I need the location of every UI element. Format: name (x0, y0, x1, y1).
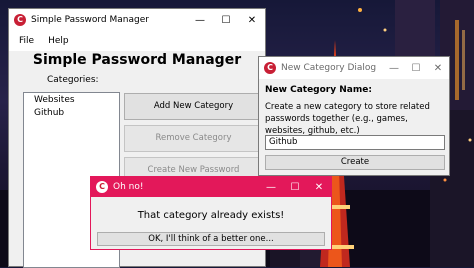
remove-category-button[interactable]: Remove Category (124, 125, 263, 152)
maximize-icon[interactable]: ☐ (283, 182, 307, 193)
categories-label: Categories: (47, 75, 99, 85)
maximize-icon[interactable]: ☐ (405, 63, 427, 74)
alert-titlebar[interactable]: C Oh no! — ☐ ✕ (91, 177, 331, 197)
alert-message: That category already exists! (137, 210, 285, 221)
app-icon: C (96, 181, 108, 193)
alert-dialog: C Oh no! — ☐ ✕ That category already exi… (90, 176, 332, 250)
minimize-icon[interactable]: — (383, 63, 405, 74)
maximize-icon[interactable]: ☐ (213, 15, 239, 26)
window-title: Simple Password Manager (31, 15, 149, 25)
close-icon[interactable]: ✕ (427, 63, 449, 74)
list-item[interactable]: Websites (24, 93, 119, 107)
create-button[interactable]: Create (265, 155, 445, 170)
category-name-input[interactable]: Github (265, 135, 445, 150)
menu-file[interactable]: File (19, 36, 34, 46)
dialog-title: New Category Dialog (281, 63, 377, 73)
menu-help[interactable]: Help (48, 36, 69, 46)
main-titlebar[interactable]: C Simple Password Manager — ☐ ✕ (9, 9, 265, 31)
category-description: Create a new category to store related p… (265, 102, 430, 136)
menu-bar: File Help (9, 31, 265, 51)
close-icon[interactable]: ✕ (239, 15, 265, 26)
new-category-dialog: C New Category Dialog — ☐ ✕ New Category… (258, 56, 450, 176)
app-icon: C (264, 62, 276, 74)
minimize-icon[interactable]: — (259, 182, 283, 193)
list-item[interactable]: Github (24, 107, 119, 120)
app-icon: C (14, 14, 26, 26)
add-category-button[interactable]: Add New Category (124, 93, 263, 120)
ok-button[interactable]: OK, I'll think of a better one... (97, 232, 325, 246)
app-heading: Simple Password Manager (32, 52, 242, 68)
alert-title: Oh no! (113, 182, 144, 192)
category-name-label: New Category Name: (265, 85, 372, 95)
minimize-icon[interactable]: — (187, 15, 213, 26)
dialog-titlebar[interactable]: C New Category Dialog — ☐ ✕ (259, 57, 449, 79)
close-icon[interactable]: ✕ (307, 182, 331, 193)
